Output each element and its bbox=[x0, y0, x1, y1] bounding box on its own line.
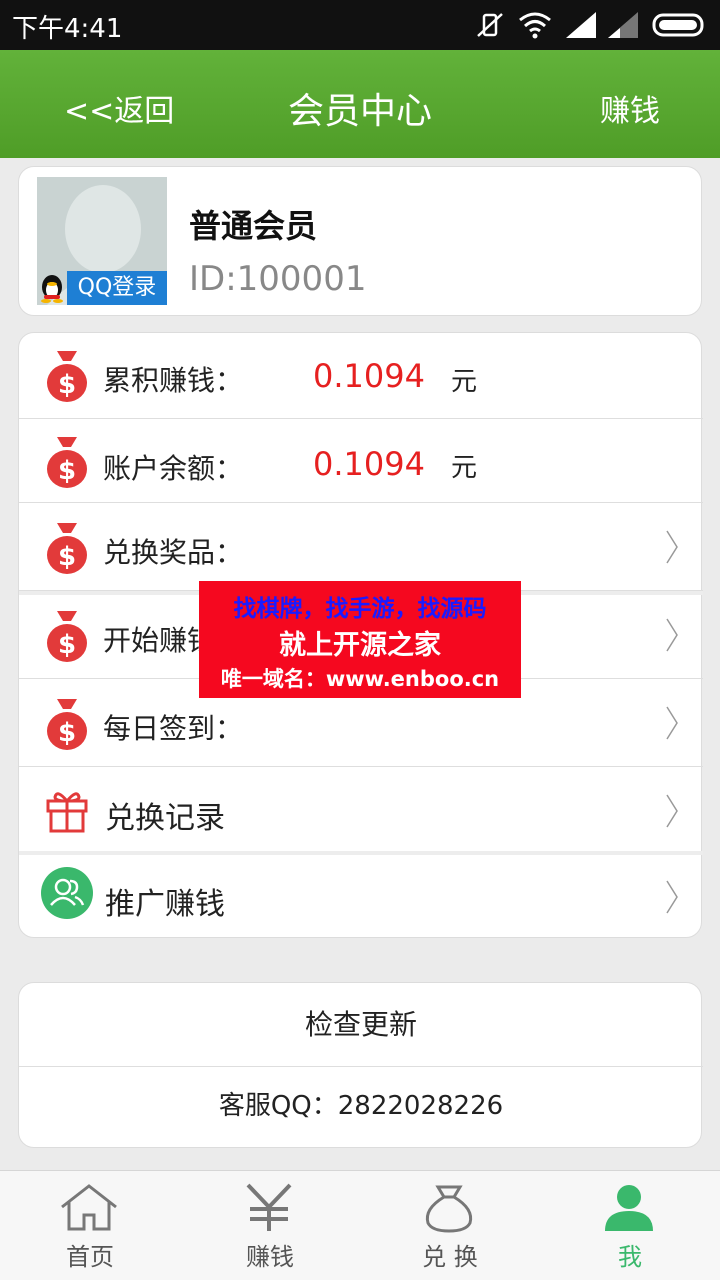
tab-home-label: 首页 bbox=[66, 1243, 114, 1271]
svg-text:$: $ bbox=[58, 718, 76, 748]
signal-weak-icon bbox=[608, 12, 638, 38]
chevron-right-icon bbox=[666, 794, 678, 828]
chevron-right-icon bbox=[666, 618, 678, 652]
menu-row-redeem-history[interactable]: 兑换记录 bbox=[19, 767, 703, 855]
home-icon bbox=[61, 1184, 117, 1231]
balance-label: 账户余额： bbox=[103, 452, 244, 485]
redeem-prizes-label: 兑换奖品： bbox=[103, 536, 244, 569]
title-bar: <<返回 会员中心 赚钱 bbox=[0, 50, 720, 158]
tab-earn-label: 赚钱 bbox=[246, 1243, 294, 1271]
status-time: 下午4:41 bbox=[12, 14, 123, 44]
wifi-icon bbox=[519, 12, 551, 39]
tab-home[interactable]: 首页 bbox=[0, 1171, 180, 1280]
check-update-button[interactable]: 检查更新 bbox=[19, 983, 703, 1067]
daily-checkin-label: 每日签到： bbox=[103, 712, 244, 745]
redeem-history-label: 兑换记录 bbox=[105, 801, 225, 836]
watermark-line-2: 就上开源之家 bbox=[279, 630, 441, 661]
tab-me[interactable]: 我 bbox=[540, 1171, 720, 1280]
member-level: 普通会员 bbox=[189, 207, 318, 245]
watermark-banner: 找棋牌，找手游，找源码 就上开源之家 唯一域名：www.enboo.cn bbox=[199, 581, 521, 698]
total-earned-value: 0.1094 bbox=[313, 357, 425, 395]
watermark-line-1: 找棋牌，找手游，找源码 bbox=[233, 596, 487, 622]
money-bag-icon: $ bbox=[47, 523, 87, 574]
earn-button[interactable]: 赚钱 bbox=[600, 86, 660, 130]
chevron-right-icon bbox=[666, 706, 678, 740]
member-id: ID:100001 bbox=[189, 259, 367, 299]
info-card: 检查更新 客服QQ：2822028226 bbox=[18, 982, 703, 1148]
money-bag-icon: $ bbox=[47, 699, 87, 750]
tab-redeem[interactable]: 兑 换 bbox=[360, 1171, 540, 1280]
menu-row-balance: $ 账户余额： 0.1094 元 bbox=[19, 419, 703, 503]
person-icon bbox=[605, 1185, 653, 1231]
bottom-tab-bar: 首页 赚钱 兑 换 我 bbox=[0, 1170, 720, 1280]
money-bag-outline-icon bbox=[425, 1185, 473, 1233]
vibrate-off-icon bbox=[477, 13, 503, 37]
svg-text:$: $ bbox=[58, 456, 76, 486]
menu-row-promote-earn[interactable]: 推广赚钱 bbox=[19, 855, 703, 939]
watermark-line-3: 唯一域名：www.enboo.cn bbox=[220, 667, 500, 691]
users-icon bbox=[41, 867, 93, 919]
chevron-right-icon bbox=[666, 530, 678, 564]
money-bag-icon: $ bbox=[47, 437, 87, 488]
tab-me-label: 我 bbox=[618, 1243, 642, 1271]
money-bag-icon: $ bbox=[47, 351, 87, 402]
menu-row-redeem-prizes[interactable]: $ 兑换奖品： bbox=[19, 503, 703, 591]
battery-icon bbox=[652, 13, 704, 37]
signal-icon bbox=[566, 12, 596, 38]
balance-value: 0.1094 bbox=[313, 445, 425, 483]
avatar[interactable]: QQ登录 bbox=[37, 177, 167, 305]
money-bag-icon: $ bbox=[47, 611, 87, 662]
chevron-right-icon bbox=[666, 880, 678, 914]
total-earned-label: 累积赚钱： bbox=[103, 364, 244, 397]
yen-icon bbox=[246, 1183, 292, 1231]
total-earned-unit: 元 bbox=[451, 367, 478, 397]
gift-icon bbox=[46, 792, 88, 833]
svg-text:$: $ bbox=[58, 370, 76, 400]
svg-text:$: $ bbox=[58, 542, 76, 572]
profile-card: QQ登录 普通会员 ID:100001 bbox=[18, 166, 702, 316]
qq-penguin-icon bbox=[41, 275, 63, 303]
customer-service-qq: 客服QQ：2822028226 bbox=[218, 1091, 504, 1121]
tab-earn[interactable]: 赚钱 bbox=[180, 1171, 360, 1280]
balance-unit: 元 bbox=[451, 453, 478, 483]
status-bar: 下午4:41 bbox=[0, 0, 720, 50]
qq-login-badge[interactable]: QQ登录 bbox=[67, 271, 167, 305]
tab-redeem-label: 兑 换 bbox=[422, 1243, 478, 1271]
promote-earn-label: 推广赚钱 bbox=[105, 887, 225, 922]
menu-row-total-earned: $ 累积赚钱： 0.1094 元 bbox=[19, 333, 703, 419]
svg-text:$: $ bbox=[58, 630, 76, 660]
